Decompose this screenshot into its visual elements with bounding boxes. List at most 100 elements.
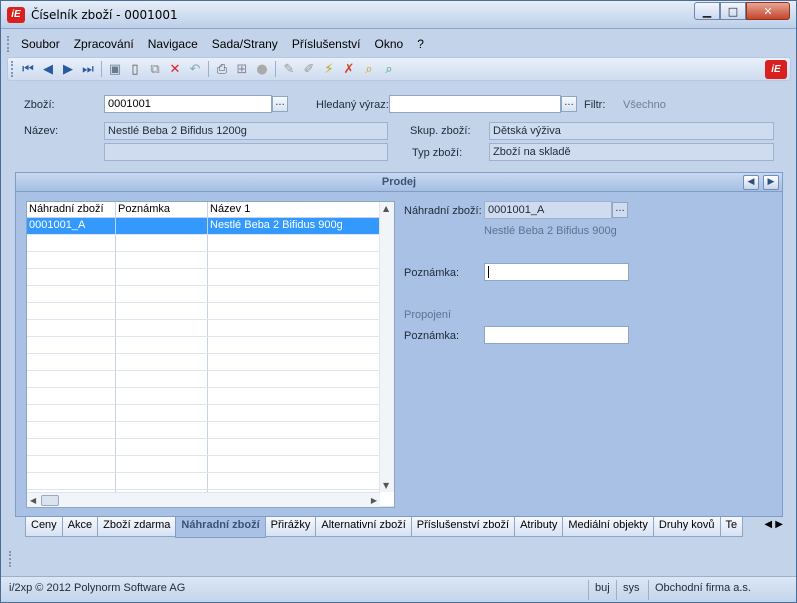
delete-icon[interactable]: ✕	[165, 59, 185, 79]
menu-grip[interactable]	[7, 36, 10, 52]
table-cell[interactable]	[208, 371, 378, 387]
table-row[interactable]	[27, 303, 394, 320]
table-cell[interactable]	[27, 286, 116, 302]
table-cell[interactable]	[27, 252, 116, 268]
table-cell[interactable]	[27, 320, 116, 336]
table-cell[interactable]	[208, 405, 378, 421]
filter-icon[interactable]: ⚡	[319, 59, 339, 79]
next-record-icon[interactable]: ▶	[58, 59, 78, 79]
column-header[interactable]: Náhradní zboží	[27, 202, 116, 217]
edit-icon[interactable]: ✎	[279, 59, 299, 79]
maximize-button[interactable]: □	[720, 2, 746, 20]
table-cell[interactable]: 0001001_A	[27, 218, 116, 234]
table-cell[interactable]	[116, 405, 208, 421]
table-cell[interactable]	[27, 439, 116, 455]
table-cell[interactable]	[27, 388, 116, 404]
table-cell[interactable]	[116, 354, 208, 370]
table-cell[interactable]	[27, 354, 116, 370]
zbozi-input[interactable]: 0001001	[104, 95, 272, 113]
filter-clear-icon[interactable]: ✗	[339, 59, 359, 79]
table-row[interactable]: 0001001_A Nestlé Beba 2 Bifidus 900g	[27, 218, 394, 235]
poznamka2-input[interactable]	[484, 326, 629, 344]
tab-zbozi-zdarma[interactable]: Zboží zdarma	[97, 517, 177, 537]
table-row[interactable]	[27, 388, 394, 405]
table-row[interactable]	[27, 269, 394, 286]
table-cell[interactable]	[208, 388, 378, 404]
copy-icon[interactable]: ⧉	[145, 59, 165, 79]
scroll-left-icon[interactable]: ◀	[30, 496, 36, 505]
toolbar-grip[interactable]	[11, 61, 14, 77]
table-cell[interactable]	[208, 303, 378, 319]
poznamka-input[interactable]	[484, 263, 629, 281]
undo-icon[interactable]: ↶	[185, 59, 205, 79]
table-cell[interactable]	[208, 456, 378, 472]
tab-prislusenstvi-zbozi[interactable]: Příslušenství zboží	[410, 517, 516, 537]
table-cell[interactable]	[27, 337, 116, 353]
table-row[interactable]	[27, 473, 394, 490]
menu-soubor[interactable]: Soubor	[14, 37, 67, 51]
save-icon[interactable]: ▣	[105, 59, 125, 79]
table-cell[interactable]: Nestlé Beba 2 Bifidus 900g	[208, 218, 378, 234]
tab-scroll-right-icon[interactable]: ▶	[775, 519, 783, 530]
table-row[interactable]	[27, 456, 394, 473]
menu-okno[interactable]: Okno	[368, 37, 411, 51]
menu-zpracovani[interactable]: Zpracování	[67, 37, 141, 51]
table-cell[interactable]	[116, 320, 208, 336]
table-cell[interactable]	[116, 235, 208, 251]
tab-te[interactable]: Te	[719, 517, 744, 537]
table-row[interactable]	[27, 286, 394, 303]
table-cell[interactable]	[27, 235, 116, 251]
table-cell[interactable]	[208, 473, 378, 489]
minimize-button[interactable]: ▁	[694, 2, 720, 20]
column-header[interactable]: Poznámka	[116, 202, 208, 217]
table-cell[interactable]	[116, 252, 208, 268]
menu-help[interactable]: ?	[410, 37, 431, 51]
menu-prislusenstvi[interactable]: Příslušenství	[285, 37, 368, 51]
bottom-toolbar-grip[interactable]	[9, 551, 12, 567]
table-cell[interactable]	[116, 456, 208, 472]
table-cell[interactable]	[27, 303, 116, 319]
table-cell[interactable]	[116, 218, 208, 234]
table-cell[interactable]	[208, 286, 378, 302]
substitute-grid[interactable]: Náhradní zboží Poznámka Název 1 0001001_…	[26, 201, 395, 508]
print-icon[interactable]: ⎙	[212, 59, 232, 79]
panel-prev-button[interactable]: ◀	[743, 175, 759, 190]
scroll-right-icon[interactable]: ▶	[371, 496, 377, 505]
scroll-down-icon[interactable]: ▼	[383, 481, 389, 490]
menu-navigace[interactable]: Navigace	[141, 37, 205, 51]
table-cell[interactable]	[116, 337, 208, 353]
prev-record-icon[interactable]: ◀	[38, 59, 58, 79]
table-row[interactable]	[27, 439, 394, 456]
tab-scroll-left-icon[interactable]: ◀	[764, 519, 772, 530]
search-input[interactable]	[389, 95, 561, 113]
table-cell[interactable]	[116, 371, 208, 387]
table-row[interactable]	[27, 235, 394, 252]
table-row[interactable]	[27, 354, 394, 371]
table-cell[interactable]	[27, 405, 116, 421]
table-cell[interactable]	[116, 422, 208, 438]
table-row[interactable]	[27, 371, 394, 388]
vertical-scrollbar[interactable]: ▲ ▼	[379, 202, 394, 492]
table-cell[interactable]	[27, 269, 116, 285]
menu-sada-strany[interactable]: Sada/Strany	[205, 37, 285, 51]
table-cell[interactable]	[208, 439, 378, 455]
edit-alt-icon[interactable]: ✐	[299, 59, 319, 79]
table-cell[interactable]	[27, 456, 116, 472]
table-cell[interactable]	[27, 371, 116, 387]
table-cell[interactable]	[116, 439, 208, 455]
table-cell[interactable]	[208, 269, 378, 285]
tab-ceny[interactable]: Ceny	[25, 517, 63, 537]
table-cell[interactable]	[208, 252, 378, 268]
panel-next-button[interactable]: ▶	[763, 175, 779, 190]
table-cell[interactable]	[208, 354, 378, 370]
tab-medialni-objekty[interactable]: Mediální objekty	[562, 517, 654, 537]
table-cell[interactable]	[116, 303, 208, 319]
table-cell[interactable]	[116, 473, 208, 489]
table-row[interactable]	[27, 252, 394, 269]
table-row[interactable]	[27, 422, 394, 439]
tab-druhy-kovu[interactable]: Druhy kovů	[652, 517, 721, 537]
table-row[interactable]	[27, 337, 394, 354]
table-row[interactable]	[27, 320, 394, 337]
table-cell[interactable]	[116, 286, 208, 302]
tab-prirazky[interactable]: Přirážky	[264, 517, 317, 537]
